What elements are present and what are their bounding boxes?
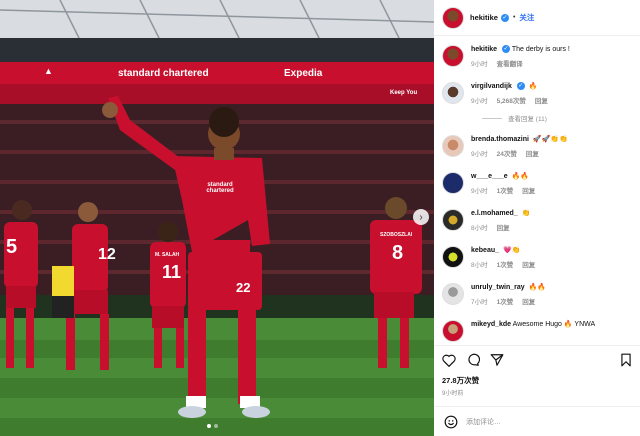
view-replies-label: 查看回复 (11) [508, 116, 547, 123]
add-comment-input[interactable]: 添加评论… [466, 417, 501, 427]
carousel-dot [207, 424, 211, 428]
avatar[interactable] [442, 283, 464, 305]
comment-time: 8小时 [471, 262, 488, 269]
comment-likes[interactable]: 1次赞 [497, 296, 514, 306]
add-comment-bar[interactable]: 添加评论… [434, 406, 640, 436]
reply-button[interactable]: 回复 [522, 296, 535, 306]
post-side-panel: hekitike ✓ • 关注 hekitike ✓ The derby is … [434, 0, 640, 436]
comment-username[interactable]: kebeau_ [471, 247, 499, 254]
comment-username[interactable]: brenda.thomazini [471, 136, 529, 143]
comment-username[interactable]: unruly_twin_ray [471, 284, 525, 291]
comment-likes[interactable]: 1次赞 [497, 259, 514, 269]
follow-button[interactable]: 关注 [519, 12, 534, 23]
post-time: 9小时前 [442, 391, 464, 397]
comment-emoji: 🔥🔥 [511, 173, 529, 180]
comment-list[interactable]: hekitike ✓ The derby is ours ! 9小时 查看翻译 … [434, 36, 640, 343]
center-player-number: 11 [162, 262, 182, 282]
comment-emoji: 💗👏 [502, 247, 521, 254]
avatar[interactable] [442, 209, 464, 231]
verified-icon: ✓ [500, 13, 509, 22]
reply-button[interactable]: 回复 [526, 148, 539, 158]
comment-username[interactable]: mikeyd_kde [471, 321, 511, 328]
avatar[interactable] [442, 45, 464, 67]
avatar[interactable] [442, 172, 464, 194]
reply-button[interactable]: 回复 [497, 222, 510, 232]
comment-item: unruly_twin_ray 🔥🔥 7小时 1次赞 回复 [442, 283, 632, 306]
comment-username[interactable]: e.l.mohamed_ [471, 210, 518, 217]
comment-item: e.l.mohamed_ 👏 8小时 回复 [442, 209, 632, 232]
like-count[interactable]: 27.8万次赞 [442, 375, 632, 386]
banner-left-text: standard chartered [118, 68, 209, 79]
banner-right-text: Expedia [284, 68, 323, 79]
comment-time: 9小时 [471, 61, 488, 68]
comment-item: brenda.thomazini 🚀🚀👏👏 9小时 24次赞 回复 [442, 135, 632, 158]
avatar[interactable] [442, 246, 464, 268]
verified-icon: ✓ [502, 45, 511, 54]
comment-likes[interactable]: 24次赞 [497, 148, 517, 158]
comment-time: 9小时 [471, 151, 488, 158]
reply-button[interactable]: 回复 [522, 259, 535, 269]
left-player-number: 5 [6, 236, 18, 258]
heart-icon[interactable] [442, 354, 456, 367]
referee [52, 266, 74, 318]
center-player-name: M. SALAH [155, 252, 180, 258]
comment-emoji: 🔥🔥 [528, 284, 547, 291]
post-photo: ▲ standard chartered Expedia Keep You st… [0, 0, 434, 436]
stadium-scene [0, 0, 434, 436]
post-actions: 27.8万次赞 9小时前 [434, 345, 640, 401]
comment-item: hekitike ✓ The derby is ours ! 9小时 查看翻译 [442, 45, 632, 68]
avatar[interactable] [442, 320, 464, 342]
comment-username[interactable]: hekitike [471, 46, 497, 53]
emoji-icon[interactable] [444, 415, 458, 429]
comment-time: 8小时 [471, 225, 488, 232]
reply-button[interactable]: 回复 [535, 95, 548, 105]
verified-icon: ✓ [516, 82, 525, 91]
comment-text: Awesome Hugo 🔥 YNWA [512, 321, 596, 328]
replies-divider [482, 117, 502, 119]
carousel-dot [214, 424, 218, 428]
view-replies-button[interactable]: 查看回复 (11) [482, 113, 632, 123]
adidas-logo-icon: ▲ [44, 66, 53, 76]
left2-player-number: 12 [98, 246, 116, 263]
carousel-dots [207, 424, 218, 428]
avatar[interactable] [442, 135, 464, 157]
comment-emoji: 🔥 [528, 83, 538, 90]
comment-likes[interactable]: 1次赞 [497, 185, 514, 195]
banner-far-right-text: Keep You [390, 90, 418, 96]
comment-emoji: 🚀🚀👏👏 [532, 136, 568, 143]
reply-button[interactable]: 回复 [522, 185, 535, 195]
shirt-sponsor-text: standard chartered [206, 182, 234, 194]
post-header: hekitike ✓ • 关注 [434, 0, 640, 36]
comment-item: virgilvandijk ✓ 🔥 9小时 5,268次赞 回复 [442, 82, 632, 105]
right-player-name: SZOBOSZLAI [380, 232, 413, 238]
comment-time: 9小时 [471, 98, 488, 105]
comment-username[interactable]: w___e___e [471, 173, 508, 180]
chevron-right-icon: › [419, 211, 423, 223]
bookmark-icon[interactable] [620, 353, 632, 367]
main-player-number: 22 [236, 280, 251, 295]
right-player-number: 8 [392, 242, 404, 264]
comment-time: 9小时 [471, 188, 488, 195]
carousel-next-button[interactable]: › [413, 209, 429, 225]
share-icon[interactable] [490, 353, 504, 367]
comment-emoji: 👏 [521, 210, 531, 217]
comment-username[interactable]: virgilvandijk [471, 83, 512, 90]
comment-icon[interactable] [466, 353, 480, 367]
comment-time: 7小时 [471, 299, 488, 306]
translate-button[interactable]: 查看翻译 [497, 58, 523, 68]
avatar[interactable] [442, 82, 464, 104]
separator-dot: • [512, 14, 516, 21]
comment-item: w___e___e 🔥🔥 9小时 1次赞 回复 [442, 172, 632, 195]
comment-item: mikeyd_kde Awesome Hugo 🔥 YNWA [442, 320, 632, 342]
author-username[interactable]: hekitike [470, 13, 498, 22]
comment-item: kebeau_ 💗👏 8小时 1次赞 回复 [442, 246, 632, 269]
avatar[interactable] [442, 6, 464, 29]
comment-likes[interactable]: 5,268次赞 [497, 95, 526, 105]
comment-text: The derby is ours ! [511, 46, 570, 53]
